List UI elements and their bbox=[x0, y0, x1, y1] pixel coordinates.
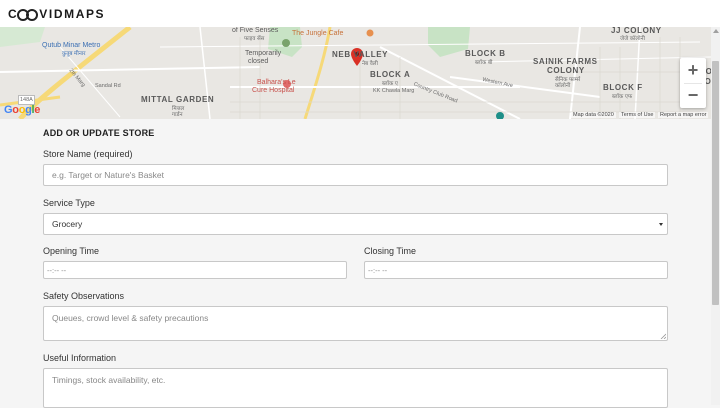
map-label-block-f-hi: ब्लॉक एफ bbox=[612, 94, 633, 100]
select-caret-icon bbox=[659, 223, 663, 226]
scroll-up-arrow-icon[interactable] bbox=[713, 29, 719, 33]
store-name-placeholder: e.g. Target or Nature's Basket bbox=[52, 170, 165, 180]
map-label-sainik-farms: SAINIK FARMS bbox=[533, 57, 598, 66]
safety-observations-label: Safety Observations bbox=[43, 291, 125, 301]
service-type-value: Grocery bbox=[52, 219, 83, 229]
opening-time-input[interactable]: --:-- -- bbox=[43, 261, 347, 279]
covidmaps-logo[interactable]: C VID MAPS bbox=[8, 6, 105, 22]
opening-time-placeholder: --:-- -- bbox=[47, 265, 67, 275]
map-label-five-senses: of Five Senses bbox=[232, 27, 279, 34]
google-letter-e: e bbox=[34, 104, 41, 116]
map-label-sainik-colony: COLONY bbox=[547, 66, 585, 75]
map-label-qutub-metro: Qutub Minar Metro bbox=[42, 42, 101, 49]
scrollbar-thumb[interactable] bbox=[712, 61, 719, 305]
map-canvas bbox=[0, 27, 711, 119]
map-label-neb-valley: NEB VALLEY bbox=[332, 50, 389, 59]
top-navbar: C VID MAPS bbox=[0, 0, 720, 28]
store-name-label: Store Name (required) bbox=[43, 149, 133, 159]
map-label-block-b: BLOCK B bbox=[465, 49, 506, 58]
google-logo[interactable]: Google bbox=[4, 104, 40, 116]
useful-information-placeholder: Timings, stock availability, etc. bbox=[52, 375, 166, 385]
zoom-out-button[interactable]: − bbox=[680, 83, 706, 108]
page-scrollbar[interactable] bbox=[711, 27, 720, 405]
closing-time-placeholder: --:-- -- bbox=[368, 265, 388, 275]
map-label-balhara-1: Balhara's Le bbox=[257, 79, 296, 86]
logo-binoculars-icon bbox=[17, 8, 39, 21]
logo-text-suffix: MAPS bbox=[64, 7, 106, 21]
map-report-error-link[interactable]: Report a map error bbox=[658, 112, 709, 118]
map-terms-link[interactable]: Terms of Use bbox=[619, 112, 656, 118]
map-label-kk-chawla: KK Chawla Marg bbox=[373, 88, 415, 94]
map-label-mittal-garden: MITTAL GARDEN bbox=[141, 95, 215, 104]
zoom-in-button[interactable]: + bbox=[680, 58, 706, 83]
map-label-jungle-cafe: The Jungle Cafe bbox=[292, 30, 344, 37]
safety-observations-textarea[interactable]: Queues, crowd level & safety precautions bbox=[43, 306, 668, 341]
map-label-mittal-hi2: गार्डन bbox=[172, 112, 183, 118]
map-label-block-a: BLOCK A bbox=[370, 70, 411, 79]
logo-text-main: VID bbox=[39, 7, 65, 21]
map-label-temporarily: Temporarily bbox=[245, 50, 282, 57]
form-title: ADD OR UPDATE STORE bbox=[43, 128, 155, 138]
store-name-input[interactable]: e.g. Target or Nature's Basket bbox=[43, 164, 668, 186]
map-label-jj-colony: JJ COLONY bbox=[611, 27, 662, 35]
map-label-neb-valley-hi: नेब वैली bbox=[362, 61, 378, 67]
map-label-balhara-2: Cure Hospital bbox=[252, 87, 295, 94]
map-label-five-senses-hi: फाइव सेंस bbox=[244, 36, 265, 42]
useful-information-textarea[interactable]: Timings, stock availability, etc. bbox=[43, 368, 668, 408]
service-type-label: Service Type bbox=[43, 198, 95, 208]
map-label-block-f: BLOCK F bbox=[603, 83, 643, 92]
map-label-sandal-rd: Sandal Rd bbox=[95, 83, 121, 89]
resize-handle-icon[interactable] bbox=[660, 333, 666, 339]
map-label-sainik-colony-hi: कॉलोनी bbox=[555, 83, 571, 89]
map-label-closed: closed bbox=[248, 58, 269, 65]
closing-time-label: Closing Time bbox=[364, 246, 417, 256]
map-zoom-control: + − bbox=[680, 58, 706, 108]
useful-information-label: Useful Information bbox=[43, 353, 117, 363]
map-label-jj-colony-hi: जेजे कॉलोनी bbox=[620, 36, 645, 42]
map-label-qutub-metro-hi: कुतुब मीनार bbox=[62, 51, 86, 57]
map-data-attribution: Map data ©2020 bbox=[571, 112, 616, 118]
map-view[interactable]: of Five Senses फाइव सेंस The Jungle Cafe… bbox=[0, 27, 711, 119]
map-label-block-b-hi: ब्लॉक बी bbox=[475, 60, 493, 66]
closing-time-input[interactable]: --:-- -- bbox=[364, 261, 668, 279]
opening-time-label: Opening Time bbox=[43, 246, 100, 256]
safety-observations-placeholder: Queues, crowd level & safety precautions bbox=[52, 313, 209, 323]
service-type-select[interactable]: Grocery bbox=[43, 213, 668, 235]
